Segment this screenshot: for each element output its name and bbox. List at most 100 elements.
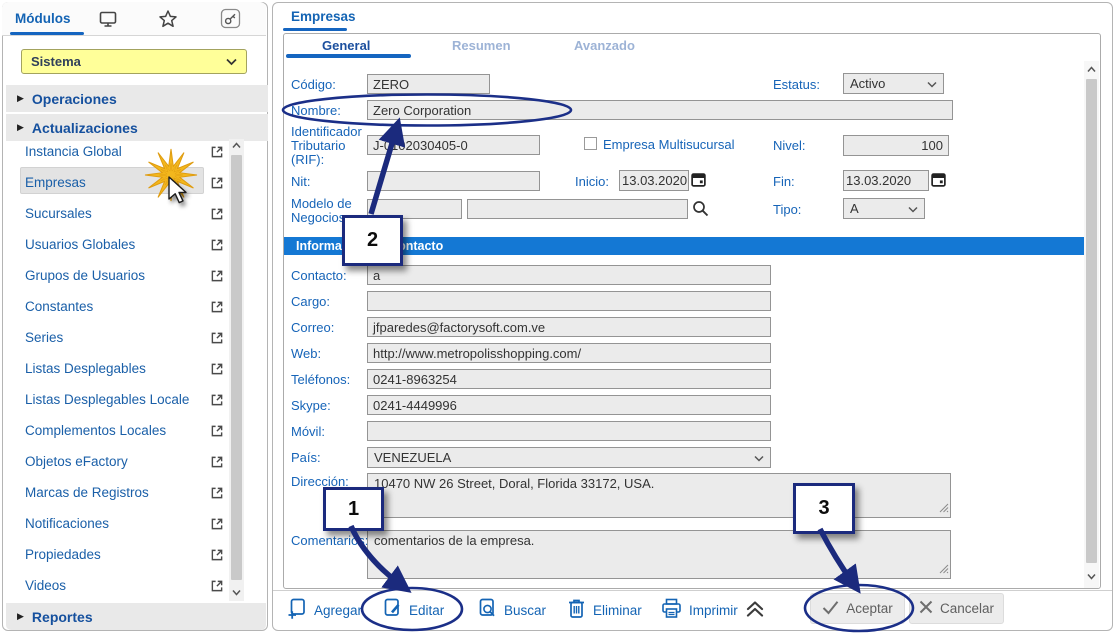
tab-resumen[interactable]: Resumen: [452, 38, 511, 53]
tab-screens[interactable]: [91, 9, 125, 33]
telefonos-label: Teléfonos:: [291, 373, 350, 387]
resize-grip-icon[interactable]: [939, 501, 949, 516]
sidebar-item-sucursales[interactable]: Sucursales: [6, 199, 228, 228]
cancelar-button[interactable]: Cancelar: [909, 593, 1004, 624]
skype-input[interactable]: 0241-4449996: [367, 395, 771, 415]
check-icon: [822, 600, 839, 618]
sidebar-item-listas-desplegables[interactable]: Listas Desplegables: [6, 354, 228, 383]
sidebar-item-listas-desplegables-locales[interactable]: Listas Desplegables Locale: [6, 385, 228, 414]
external-link-icon[interactable]: [210, 517, 224, 536]
chevron-down-icon: [226, 53, 237, 71]
multisucursal-checkbox[interactable]: [584, 137, 597, 150]
editar-button[interactable]: Editar: [382, 596, 444, 624]
aceptar-button[interactable]: Aceptar: [810, 593, 905, 624]
magnifier-icon[interactable]: [692, 200, 709, 222]
tab-general[interactable]: General: [322, 38, 370, 53]
external-link-icon[interactable]: [210, 393, 224, 412]
tab-avanzado[interactable]: Avanzado: [574, 38, 635, 53]
estatus-label: Estatus:: [773, 78, 820, 92]
external-link-icon[interactable]: [210, 176, 224, 195]
external-link-icon[interactable]: [210, 331, 224, 350]
movil-input[interactable]: [367, 421, 771, 441]
accordion-operaciones[interactable]: ▶ Operaciones: [6, 85, 268, 112]
web-input[interactable]: http://www.metropolisshopping.com/: [367, 343, 771, 363]
pais-select[interactable]: VENEZUELA: [367, 447, 771, 468]
imprimir-button[interactable]: Imprimir: [661, 596, 738, 624]
sidebar-scrollbar-thumb[interactable]: [231, 155, 242, 580]
scroll-up-icon[interactable]: [1087, 66, 1096, 76]
external-link-icon[interactable]: [210, 486, 224, 505]
scroll-down-icon[interactable]: [1087, 573, 1096, 583]
fin-label: Fin:: [773, 175, 795, 189]
sidebar-item-empresas[interactable]: Empresas: [6, 168, 228, 197]
estatus-select[interactable]: Activo: [843, 73, 944, 94]
module-select[interactable]: Sistema: [21, 49, 247, 74]
callout-step-3: 3: [793, 483, 855, 534]
external-link-icon[interactable]: [210, 548, 224, 567]
external-link-icon[interactable]: [210, 362, 224, 381]
correo-label: Correo:: [291, 321, 334, 335]
pais-label: País:: [291, 451, 321, 465]
search-document-icon: [477, 598, 497, 622]
eliminar-button[interactable]: Eliminar: [567, 596, 642, 624]
nit-input[interactable]: [367, 171, 540, 191]
external-link-icon[interactable]: [210, 207, 224, 226]
direccion-textarea[interactable]: 10470 NW 26 Street, Doral, Florida 33172…: [367, 473, 951, 518]
sidebar-item-series[interactable]: Series: [6, 323, 228, 352]
sidebar-item-complementos-locales[interactable]: Complementos Locales: [6, 416, 228, 445]
scroll-down-icon[interactable]: [232, 589, 241, 599]
external-link-icon[interactable]: [210, 145, 224, 164]
fin-date-input[interactable]: 13.03.2020: [843, 170, 929, 191]
calendar-icon[interactable]: [931, 172, 946, 192]
external-link-icon[interactable]: [210, 269, 224, 288]
form-scrollbar-thumb[interactable]: [1086, 79, 1097, 563]
nombre-input[interactable]: Zero Corporation: [367, 100, 953, 120]
nivel-input[interactable]: 100: [843, 135, 949, 156]
sidebar-item-propiedades[interactable]: Propiedades: [6, 540, 228, 569]
modelo-name-input[interactable]: [467, 199, 688, 219]
sidebar-item-grupos-de-usuarios[interactable]: Grupos de Usuarios: [6, 261, 228, 290]
comentarios-textarea[interactable]: comentarios de la empresa.: [367, 530, 951, 579]
sidebar-item-usuarios-globales[interactable]: Usuarios Globales: [6, 230, 228, 259]
comentarios-label: Comentarios:: [291, 534, 368, 548]
resize-grip-icon[interactable]: [939, 562, 949, 577]
scroll-up-icon[interactable]: [232, 142, 241, 152]
correo-input[interactable]: jfparedes@factorysoft.com.ve: [367, 317, 771, 337]
codigo-input[interactable]: ZERO: [367, 74, 490, 94]
external-link-icon[interactable]: [210, 455, 224, 474]
sidebar-item-constantes[interactable]: Constantes: [6, 292, 228, 321]
printer-icon: [661, 598, 682, 622]
page-title: Empresas: [291, 9, 356, 24]
external-link-icon[interactable]: [210, 238, 224, 257]
sidebar-item-marcas-de-registros[interactable]: Marcas de Registros: [6, 478, 228, 507]
inicio-date-input[interactable]: 13.03.2020: [619, 170, 689, 191]
contacto-input[interactable]: a: [367, 265, 771, 285]
sidebar-item-instancia-global[interactable]: Instancia Global: [6, 137, 228, 166]
toolbar-divider: [273, 590, 1112, 591]
chevron-down-icon: [927, 76, 937, 91]
sidebar-item-objetos-efactory[interactable]: Objetos eFactory: [6, 447, 228, 476]
nit-label: Nit:: [291, 175, 311, 189]
tab-modulos[interactable]: Módulos: [15, 11, 71, 26]
sidebar-item-videos[interactable]: Videos: [6, 571, 228, 600]
triangle-right-icon: ▶: [17, 611, 24, 622]
movil-label: Móvil:: [291, 425, 325, 439]
agregar-button[interactable]: Agregar: [287, 596, 362, 624]
tab-general-underline: [286, 54, 411, 58]
calendar-icon[interactable]: [691, 172, 706, 192]
trash-icon: [567, 598, 586, 622]
collapse-double-chevron-up-icon[interactable]: [744, 599, 766, 624]
tipo-select[interactable]: A: [843, 198, 925, 219]
tab-favorites[interactable]: [151, 9, 185, 33]
external-link-icon[interactable]: [210, 579, 224, 598]
tab-modulos-underline: [10, 32, 84, 35]
tab-access-keys[interactable]: [213, 9, 247, 33]
external-link-icon[interactable]: [210, 300, 224, 319]
telefonos-input[interactable]: 0241-8963254: [367, 369, 771, 389]
rif-input[interactable]: J-0102030405-0: [367, 135, 540, 155]
external-link-icon[interactable]: [210, 424, 224, 443]
cargo-input[interactable]: [367, 291, 771, 311]
buscar-button[interactable]: Buscar: [477, 596, 546, 624]
accordion-reportes[interactable]: ▶ Reportes: [6, 603, 266, 630]
sidebar-item-notificaciones[interactable]: Notificaciones: [6, 509, 228, 538]
